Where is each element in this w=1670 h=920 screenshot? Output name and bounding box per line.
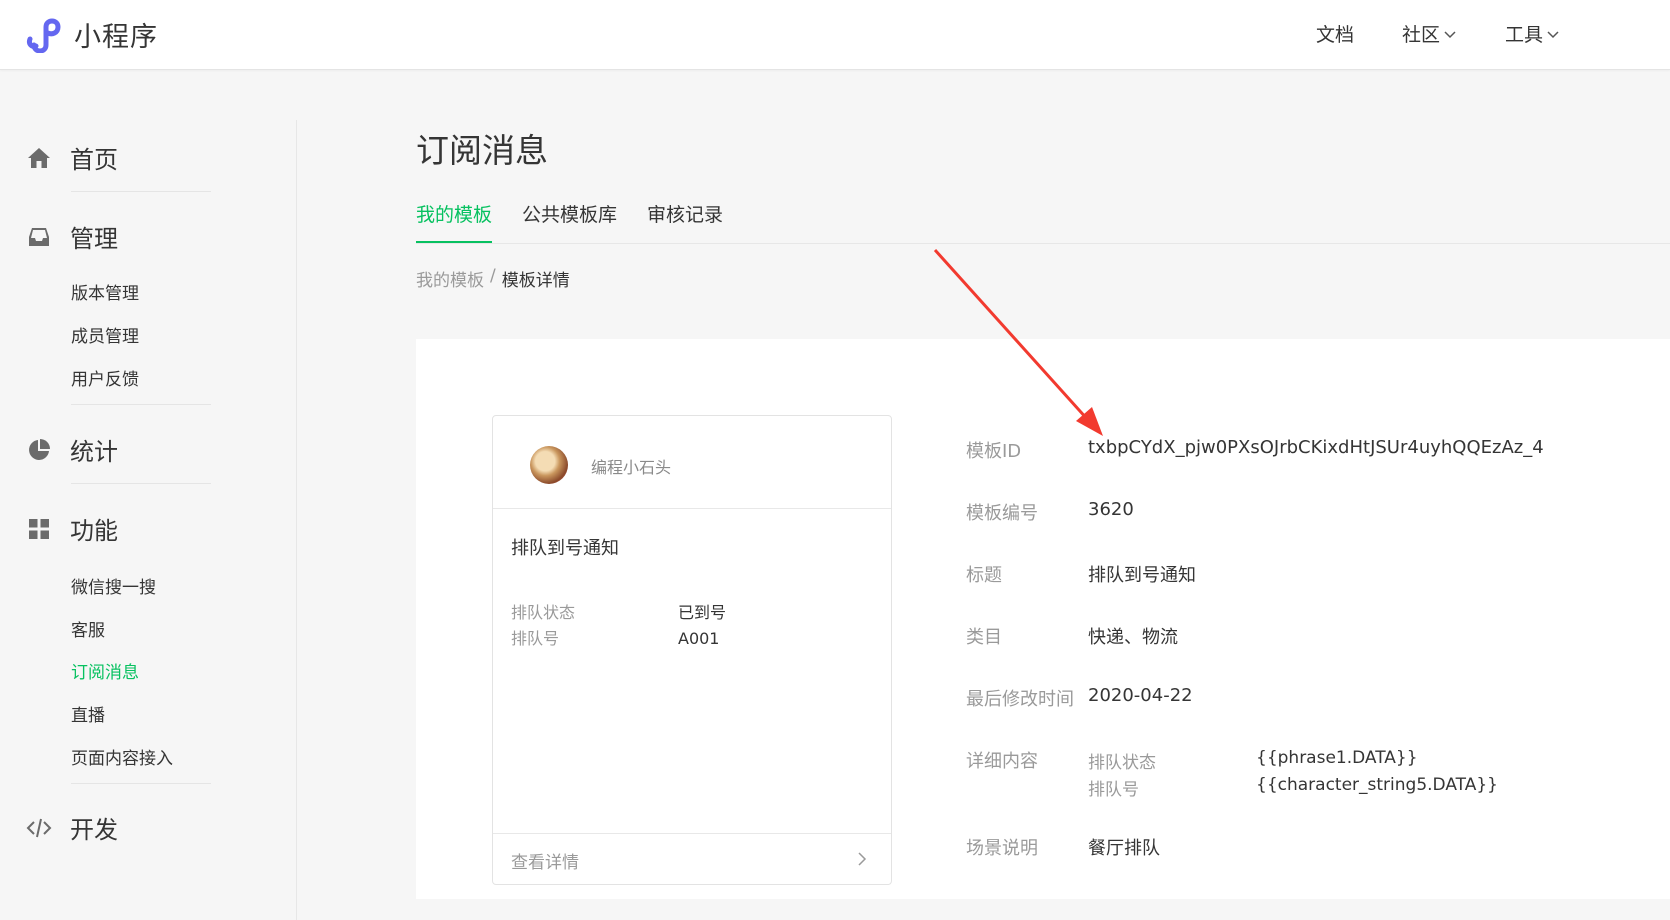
modified-value: 2020-04-22 [1088,685,1193,706]
sidebar-item-version-manage[interactable]: 版本管理 [71,279,139,304]
grid-icon [29,518,49,539]
sidebar-item-label: 功能 [70,517,118,545]
content-value: {{character_string5.DATA}} [1256,775,1498,795]
detail-row-content: 详细内容 [966,747,1088,773]
nav-tools-label: 工具 [1504,24,1543,46]
sidebar-item-user-feedback[interactable]: 用户反馈 [71,365,139,390]
sidebar-item-wechat-search[interactable]: 微信搜一搜 [71,573,156,598]
template-number-value: 3620 [1088,499,1134,520]
top-header: 小程序 文档 社区 工具 [0,0,1670,70]
title-value: 排队到号通知 [1088,565,1196,586]
card-field-key: 排队号 [511,629,560,648]
code-icon [26,818,52,837]
breadcrumb: 我的模板 / 模板详情 [416,266,570,291]
card-field-key: 排队状态 [511,603,576,622]
sidebar-item-customer-service[interactable]: 客服 [71,616,105,641]
content-value: {{phrase1.DATA}} [1256,748,1418,768]
category-value: 快递、物流 [1088,627,1178,648]
sidebar-item-home[interactable]: 首页 [26,140,118,175]
sidebar-divider [296,120,297,920]
logo-text: 小程序 [74,22,158,53]
top-nav: 文档 社区 工具 [1268,20,1560,47]
content-key: 排队状态 [1088,753,1156,773]
app-logo[interactable]: 小程序 [26,15,158,54]
card-field-value: A001 [678,629,720,648]
sidebar-item-live[interactable]: 直播 [71,701,105,726]
sidebar-item-member-manage[interactable]: 成员管理 [71,322,139,347]
sidebar-item-stats[interactable]: 统计 [26,432,118,467]
sidebar-separator [71,483,211,484]
detail-row-category: 类目 快递、物流 [966,623,1178,649]
card-header: 编程小石头 [493,416,891,509]
view-details-link[interactable]: 查看详情 [493,833,891,884]
detail-row-modified: 最后修改时间 2020-04-22 [966,685,1193,711]
inbox-icon [29,227,49,246]
template-id-value: txbpCYdX_pjw0PXsOJrbCKixdHtJSUr4uyhQQEzA… [1088,437,1544,458]
tab-divider [416,243,1670,244]
sidebar-item-features[interactable]: 功能 [26,511,118,546]
nav-community-label: 社区 [1401,24,1440,46]
tab-review-records[interactable]: 审核记录 [647,200,723,244]
tab-my-templates[interactable]: 我的模板 [416,200,493,244]
scene-value: 餐厅排队 [1088,838,1160,859]
detail-key: 详细内容 [966,751,1038,772]
chevron-right-icon [858,852,867,866]
nav-docs-label: 文档 [1315,24,1354,46]
content-key: 排队号 [1088,780,1139,800]
card-field: 排队号 A001 [511,625,719,649]
card-title: 排队到号通知 [511,538,619,559]
pie-chart-icon [29,438,50,460]
detail-row-scene: 场景说明 餐厅排队 [966,834,1160,860]
breadcrumb-parent[interactable]: 我的模板 [416,266,484,291]
message-preview-card: 编程小石头 排队到号通知 排队状态 已到号 排队号 A001 查看详情 [492,415,892,885]
card-field: 排队状态 已到号 [511,599,726,623]
breadcrumb-separator: / [490,266,496,286]
miniprogram-logo-icon [27,18,61,53]
sidebar-item-label: 首页 [70,146,118,174]
chevron-down-icon [1444,30,1456,38]
nav-docs[interactable]: 文档 [1316,20,1354,47]
chevron-down-icon [1547,30,1559,38]
detail-key: 模板ID [966,441,1022,462]
sidebar: 首页 管理 版本管理 成员管理 用户反馈 统计 功能 微信搜一搜 客服 订阅消息… [0,70,297,920]
detail-row-title: 标题 排队到号通知 [966,561,1196,587]
detail-key: 最后修改时间 [966,689,1074,710]
page-title: 订阅消息 [416,131,548,170]
detail-key: 场景说明 [966,838,1038,859]
view-details-label: 查看详情 [511,853,579,873]
avatar [530,446,568,484]
tab-bar: 我的模板 公共模板库 审核记录 [416,200,753,244]
nav-tools[interactable]: 工具 [1505,20,1560,47]
sidebar-separator [71,404,211,405]
sidebar-item-develop[interactable]: 开发 [26,810,118,845]
sidebar-item-label: 统计 [70,438,118,466]
home-icon [28,147,50,168]
account-name: 编程小石头 [591,458,672,477]
detail-key: 标题 [966,565,1002,586]
nav-community[interactable]: 社区 [1402,20,1457,47]
tab-public-library[interactable]: 公共模板库 [522,200,617,244]
sidebar-item-subscribe-message[interactable]: 订阅消息 [71,658,139,683]
detail-row-number: 模板编号 3620 [966,499,1134,525]
sidebar-item-label: 管理 [70,225,118,253]
sidebar-separator [71,191,211,192]
sidebar-separator [71,783,211,784]
sidebar-item-label: 开发 [70,816,118,844]
sidebar-item-page-content[interactable]: 页面内容接入 [71,744,173,769]
detail-key: 类目 [966,627,1002,648]
card-field-value: 已到号 [678,603,727,622]
detail-key: 模板编号 [966,503,1038,524]
detail-row-template-id: 模板ID txbpCYdX_pjw0PXsOJrbCKixdHtJSUr4uyh… [966,437,1544,463]
breadcrumb-current: 模板详情 [501,271,570,291]
sidebar-item-manage[interactable]: 管理 [26,219,118,254]
